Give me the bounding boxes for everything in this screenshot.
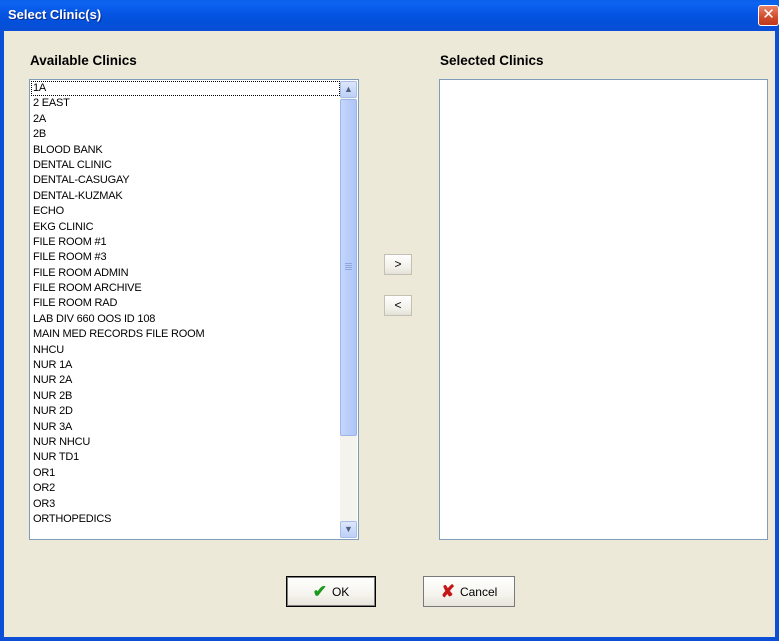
window-title: Select Clinic(s) (8, 7, 102, 22)
list-item[interactable]: DENTAL-CASUGAY (31, 173, 340, 188)
scroll-thumb[interactable] (340, 99, 357, 436)
close-button[interactable]: ✕ (758, 5, 779, 26)
list-item[interactable]: EKG CLINIC (31, 220, 340, 235)
down-arrow-icon: ▼ (344, 524, 353, 534)
list-item[interactable]: OR2 (31, 481, 340, 496)
list-item[interactable]: NUR 2D (31, 404, 340, 419)
close-icon: ✕ (762, 6, 775, 23)
scroll-down-button[interactable]: ▼ (340, 521, 357, 538)
list-item[interactable]: ORTHOPEDICS (31, 512, 340, 527)
list-item[interactable]: OR1 (31, 466, 340, 481)
select-clinics-dialog: Select Clinic(s) ✕ Available Clinics Sel… (0, 0, 779, 641)
list-item[interactable]: NUR 3A (31, 420, 340, 435)
cancel-label: Cancel (459, 584, 498, 599)
list-item[interactable]: LAB DIV 660 OOS ID 108 (31, 312, 340, 327)
list-item[interactable]: 1A (31, 81, 340, 97)
list-item[interactable]: FILE ROOM ADMIN (31, 266, 340, 281)
list-item[interactable]: NHCU (31, 343, 340, 358)
selected-clinics-list[interactable] (439, 79, 768, 540)
remove-clinic-button[interactable]: < (384, 295, 412, 316)
list-item[interactable]: BLOOD BANK (31, 143, 340, 158)
available-clinics-list[interactable]: 1A 2 EAST 2A 2B BLOOD BANK DENTAL CLINIC DENTA… (29, 79, 359, 540)
list-item[interactable]: MAIN MED RECORDS FILE ROOM (31, 327, 340, 342)
list-item[interactable]: DENTAL-KUZMAK (31, 189, 340, 204)
ok-button[interactable]: ✔ OK (286, 576, 376, 607)
title-bar[interactable]: Select Clinic(s) ✕ (0, 0, 779, 31)
list-item[interactable]: NUR 2B (31, 389, 340, 404)
list-item[interactable]: DENTAL CLINIC (31, 158, 340, 173)
list-item[interactable]: FILE ROOM #1 (31, 235, 340, 250)
add-clinic-button[interactable]: > (384, 254, 412, 275)
list-item[interactable]: NUR TD1 (31, 450, 340, 465)
list-item[interactable]: FILE ROOM #3 (31, 250, 340, 265)
available-list-scrollbar[interactable]: ▲ ▼ (340, 81, 357, 538)
list-item[interactable]: ECHO (31, 204, 340, 219)
list-item[interactable]: FILE ROOM ARCHIVE (31, 281, 340, 296)
checkmark-icon: ✔ (312, 582, 327, 601)
list-item[interactable]: OR3 (31, 497, 340, 512)
list-item[interactable]: NUR 1A (31, 358, 340, 373)
available-clinics-items: 1A 2 EAST 2A 2B BLOOD BANK DENTAL CLINIC DENTA… (31, 81, 340, 538)
list-item[interactable]: 2A (31, 112, 340, 127)
list-item[interactable]: 2 EAST (31, 96, 340, 111)
scroll-up-button[interactable]: ▲ (340, 81, 357, 98)
available-clinics-label: Available Clinics (30, 53, 137, 68)
cancel-button[interactable]: ✘ Cancel (423, 576, 515, 607)
list-item[interactable]: 2B (31, 127, 340, 142)
list-item[interactable]: NUR 2A (31, 373, 340, 388)
list-item[interactable]: FILE ROOM RAD (31, 296, 340, 311)
up-arrow-icon: ▲ (344, 84, 353, 94)
ok-label: OK (331, 584, 350, 599)
red-x-icon: ✘ (440, 582, 455, 601)
list-item[interactable]: NUR NHCU (31, 435, 340, 450)
selected-clinics-label: Selected Clinics (440, 53, 544, 68)
selected-clinics-items (441, 81, 766, 538)
